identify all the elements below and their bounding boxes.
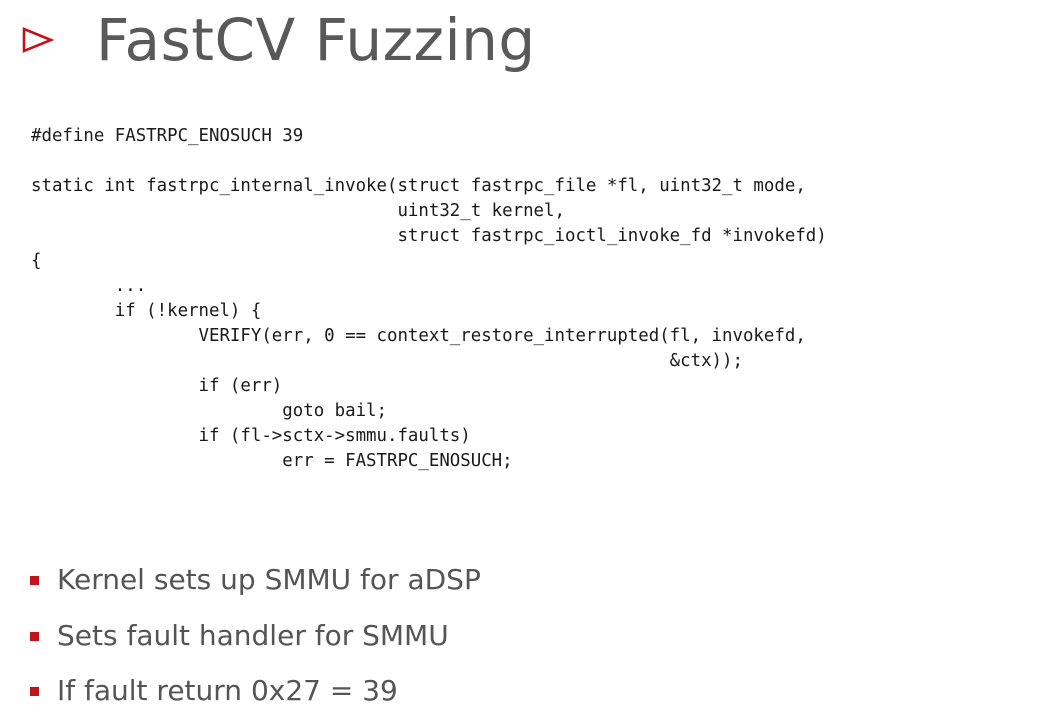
code-line: static int fastrpc_internal_invoke(struc… (31, 176, 806, 196)
code-line: uint32_t kernel, (31, 201, 565, 221)
bullet-item: Sets fault handler for SMMU (30, 608, 481, 664)
square-bullet-icon (30, 631, 39, 641)
code-line: goto bail; (31, 401, 387, 421)
code-line: ... (31, 276, 147, 296)
code-line: if (fl->sctx->smmu.faults) (31, 426, 471, 446)
slide-title: FastCV Fuzzing (96, 6, 536, 74)
bullet-item: If fault return 0x27 = 39 (30, 663, 481, 719)
code-line: if (err) (31, 376, 283, 396)
code-line: &ctx)); (31, 351, 743, 371)
bullet-text: If fault return 0x27 = 39 (57, 674, 398, 708)
square-bullet-icon (30, 687, 39, 697)
slide-title-row: FastCV Fuzzing (18, 0, 536, 80)
bullet-list: Kernel sets up SMMU for aDSP Sets fault … (30, 552, 481, 719)
code-line: if (!kernel) { (31, 301, 262, 321)
triangle-right-outline-icon (18, 20, 58, 60)
code-line: struct fastrpc_ioctl_invoke_fd *invokefd… (31, 226, 827, 246)
square-bullet-icon (30, 576, 39, 586)
code-line: { (31, 251, 42, 271)
bullet-item: Kernel sets up SMMU for aDSP (30, 552, 481, 608)
code-line: VERIFY(err, 0 == context_restore_interru… (31, 326, 806, 346)
code-snippet: #define FASTRPC_ENOSUCH 39 static int fas… (31, 124, 827, 474)
code-line: #define FASTRPC_ENOSUCH 39 (31, 126, 304, 146)
code-line: err = FASTRPC_ENOSUCH; (31, 451, 513, 471)
bullet-text: Sets fault handler for SMMU (57, 618, 449, 652)
bullet-text: Kernel sets up SMMU for aDSP (57, 563, 481, 597)
